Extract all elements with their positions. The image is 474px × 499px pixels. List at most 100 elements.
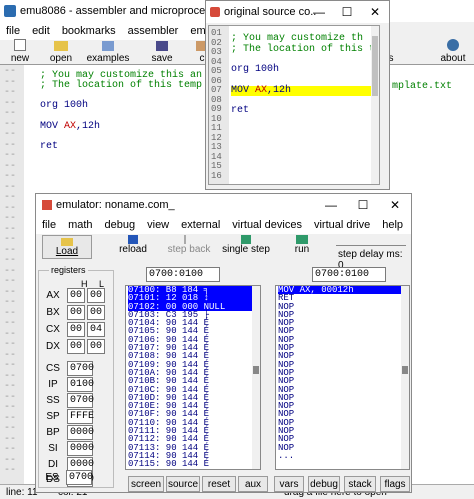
disasm-row[interactable]: RET xyxy=(278,294,409,303)
step-back-button[interactable]: step back xyxy=(162,235,216,259)
main-menu-file[interactable]: file xyxy=(0,25,26,37)
reg-row-si: SI 0000 xyxy=(41,441,94,456)
emu-menu-debug[interactable]: debug xyxy=(99,219,142,231)
disasm-row[interactable]: ... xyxy=(278,451,409,460)
reg-row-cs: CS 0700 xyxy=(41,361,94,376)
disasm-row[interactable]: NOP xyxy=(278,443,409,452)
disasm-row[interactable]: NOP xyxy=(278,310,409,319)
editor-line-7 xyxy=(40,132,202,142)
source-title: original source co... xyxy=(224,6,316,18)
reg-row-cx: CX 00 04 xyxy=(41,322,105,337)
disasm-row[interactable]: NOP xyxy=(278,410,409,419)
new-button[interactable]: new xyxy=(0,39,40,64)
reg-cs-value[interactable]: 0700 xyxy=(67,361,94,376)
reg-bl[interactable]: 00 xyxy=(87,305,105,320)
emu-menu-external[interactable]: external xyxy=(175,219,226,231)
reg-al[interactable]: 00 xyxy=(87,288,105,303)
reg-dh[interactable]: 00 xyxy=(67,339,85,354)
disasm-row[interactable]: NOP xyxy=(278,352,409,361)
source-window-icon xyxy=(210,7,220,17)
disasm-row[interactable]: NOP xyxy=(278,435,409,444)
disasm-scroll-thumb[interactable] xyxy=(402,366,408,374)
disasm-row[interactable]: NOP xyxy=(278,368,409,377)
address-right-field[interactable]: 0700:0100 xyxy=(312,267,386,282)
memory-panel[interactable]: 07100: B8 184 ╕ 07101: 12 018 ↕ 07102: 00 … xyxy=(125,285,261,470)
tab-screen[interactable]: screen xyxy=(128,476,164,492)
save-button[interactable]: save xyxy=(134,41,190,64)
source-editor[interactable]: 01 02 03 04 05 06 07 08 09 10 11 12 13 1… xyxy=(208,25,380,185)
reg-dl[interactable]: 00 xyxy=(87,339,105,354)
disasm-row[interactable]: NOP xyxy=(278,327,409,336)
reg-ip-value[interactable]: 0100 xyxy=(67,377,94,392)
tab-source[interactable]: source xyxy=(166,476,200,492)
disasm-row[interactable]: NOP xyxy=(278,319,409,328)
reg-si-value[interactable]: 0000 xyxy=(67,441,94,456)
disasm-row[interactable]: NOP xyxy=(278,302,409,311)
load-button[interactable]: Load xyxy=(42,235,92,259)
single-step-button[interactable]: single step xyxy=(220,235,272,259)
emu-menu-file[interactable]: file xyxy=(36,219,62,231)
reg-name: SI xyxy=(48,443,58,454)
reg-cl[interactable]: 04 xyxy=(87,322,105,337)
reg-sp-value[interactable]: FFFE xyxy=(67,409,94,424)
source-scroll-thumb[interactable] xyxy=(372,36,378,96)
emu-menu-help[interactable]: help xyxy=(376,219,409,231)
source-maximize-button[interactable]: ☐ xyxy=(332,1,362,23)
tab-aux[interactable]: aux xyxy=(238,476,268,492)
reg-es-value[interactable]: 0700 xyxy=(66,470,93,485)
source-scrollbar[interactable] xyxy=(371,26,379,184)
reg-bp-value[interactable]: 0000 xyxy=(67,425,94,440)
disasm-scrollbar[interactable] xyxy=(401,286,409,469)
editor-line-6: MOV AX,12h xyxy=(40,120,101,132)
main-menu-assembler[interactable]: assembler xyxy=(122,25,185,37)
disasm-panel[interactable]: MOV AX, 00012h RET NOP NOP NOP NOP NOP NOP NOP NO… xyxy=(275,285,410,470)
tab-debug[interactable]: debug xyxy=(308,476,340,492)
tab-stack[interactable]: stack xyxy=(344,476,376,492)
run-button[interactable]: run xyxy=(284,235,320,259)
source-close-button[interactable]: ✕ xyxy=(360,1,390,23)
reload-label: reload xyxy=(119,244,147,255)
reg-row-ip: IP 0100 xyxy=(41,377,94,392)
editor-line-4: org 100h xyxy=(40,100,89,112)
emu-menu-virtual-drive[interactable]: virtual drive xyxy=(308,219,376,231)
reg-ch[interactable]: 00 xyxy=(67,322,85,337)
reload-button[interactable]: reload xyxy=(108,235,158,259)
main-menu-bookmarks[interactable]: bookmarks xyxy=(56,25,122,37)
memory-scroll-thumb[interactable] xyxy=(253,366,259,374)
emu-menu-math[interactable]: math xyxy=(62,219,98,231)
disasm-row[interactable]: NOP xyxy=(278,426,409,435)
emulator-maximize-button[interactable]: ☐ xyxy=(348,194,378,216)
disasm-row[interactable]: NOP xyxy=(278,377,409,386)
about-icon xyxy=(447,39,459,51)
about-button[interactable]: about xyxy=(432,39,474,64)
tab-reset[interactable]: reset xyxy=(202,476,236,492)
open-button[interactable]: open xyxy=(40,41,82,64)
main-menu-edit[interactable]: edit xyxy=(26,25,56,37)
emu-menu-view[interactable]: view xyxy=(141,219,175,231)
disasm-row[interactable]: NOP xyxy=(278,393,409,402)
disasm-row[interactable]: NOP xyxy=(278,360,409,369)
reg-bh[interactable]: 00 xyxy=(67,305,85,320)
source-minimize-button[interactable]: — xyxy=(304,1,334,23)
memory-row[interactable]: 07115: 90 144 É xyxy=(128,460,260,469)
disasm-row[interactable]: NOP xyxy=(278,343,409,352)
memory-scrollbar[interactable] xyxy=(252,286,260,469)
disasm-row[interactable]: NOP xyxy=(278,385,409,394)
disasm-row[interactable]: NOP xyxy=(278,401,409,410)
source-window: original source co... — ☐ ✕ 01 02 03 04 … xyxy=(205,0,390,190)
reg-ss-value[interactable]: 0700 xyxy=(67,393,94,408)
address-left-field[interactable]: 0700:0100 xyxy=(146,267,220,282)
tab-flags[interactable]: flags xyxy=(380,476,410,492)
disasm-row[interactable]: MOV AX, 00012h xyxy=(278,286,401,295)
tab-vars[interactable]: vars xyxy=(274,476,304,492)
emulator-minimize-button[interactable]: — xyxy=(316,194,346,216)
emulator-close-button[interactable]: ✕ xyxy=(380,194,410,216)
step-back-icon xyxy=(184,235,194,244)
emulator-window-icon xyxy=(42,200,52,210)
reg-ah[interactable]: 00 xyxy=(67,288,85,303)
disasm-row[interactable]: NOP xyxy=(278,335,409,344)
examples-button[interactable]: examples xyxy=(82,41,134,64)
emu-menu-virtual-devices[interactable]: virtual devices xyxy=(226,219,308,231)
disasm-row[interactable]: NOP xyxy=(278,418,409,427)
step-delay-slider[interactable] xyxy=(336,236,406,246)
